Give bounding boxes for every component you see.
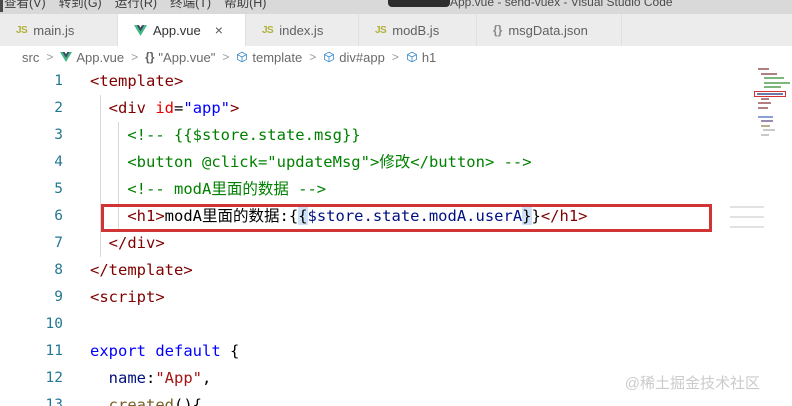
code-text: </template> [90,261,193,279]
menu-item-terminal[interactable]: 终端(T) [170,0,211,11]
tab-bar: JS main.js App.vue × JS index.js JS modB… [0,14,792,46]
chevron-right-icon: > [309,50,317,64]
vue-icon [60,52,73,62]
code-text: export default { [90,342,240,360]
code-line[interactable]: 8 </template> [0,257,745,284]
code-line[interactable]: 1 <template> [0,68,745,95]
code-text: <div id="app"> [108,99,240,117]
code-text: </div> [108,234,165,252]
code-line[interactable]: 4 <button @click="updateMsg">修改</button>… [0,149,745,176]
line-number: 13 [45,397,63,406]
tab-label: main.js [33,22,75,38]
code-line[interactable]: 11 export default { [0,338,745,365]
code-line[interactable]: 13 created(){ [0,392,745,406]
code-text: created(){ [108,396,202,406]
code-text: <h1>modA里面的数据:{{$store.state.modA.userA}… [127,207,588,225]
line-number: 5 [54,181,63,197]
breadcrumb-label: src [22,49,40,65]
line-number: 2 [54,100,63,116]
breadcrumb-item-div-app[interactable]: div#app [323,50,385,65]
indent-guide [118,122,119,230]
js-icon: JS [375,24,387,36]
tab-label: modB.js [392,22,440,38]
code-lines: 1 <template> 2 <div id="app"> 3 <!-- {{$sto… [0,68,745,406]
menu-bar: 查看(V) 转到(G) 运行(R) 终端(T) 帮助(H) [4,0,266,11]
breadcrumb-item-h1[interactable]: h1 [406,50,436,65]
tab-msgdata-json[interactable]: {} msgData.json [477,14,622,46]
line-number: 9 [54,289,63,305]
line-number: 4 [54,154,63,170]
code-text: <script> [90,288,165,306]
symbol-cube-icon [236,51,248,63]
indent-guide [100,95,101,257]
tab-index-js[interactable]: JS index.js [246,14,359,46]
breadcrumb-item-template[interactable]: template [236,50,302,65]
vue-icon [134,24,147,36]
tab-label: msgData.json [508,22,588,38]
code-text: name:"App", [108,369,212,387]
tab-modb-js[interactable]: JS modB.js [359,14,477,46]
line-number: 11 [45,343,63,359]
line-number: 8 [54,262,63,278]
tab-main-js[interactable]: JS main.js [0,14,118,46]
code-text: <template> [90,72,184,90]
chevron-right-icon: > [131,50,139,64]
symbol-cube-icon [406,51,418,63]
code-editor[interactable]: 1 <template> 2 <div id="app"> 3 <!-- {{$sto… [0,68,745,406]
code-line[interactable]: 10 [0,311,745,338]
json-icon: {} [493,23,503,37]
line-number: 12 [45,370,63,386]
close-icon[interactable]: × [215,23,223,37]
js-icon: JS [262,24,274,36]
chevron-right-icon: > [46,50,54,64]
menu-item-view[interactable]: 查看(V) [4,0,46,11]
window-corner-decoration [0,0,3,12]
breadcrumb-item-app-vue-symbol[interactable]: {} "App.vue" [145,50,215,65]
code-line[interactable]: 9 <script> [0,284,745,311]
breadcrumb-label: template [252,49,303,65]
line-number: 7 [54,235,63,251]
line-number: 1 [54,73,63,89]
minimap[interactable] [728,68,792,406]
title-bar: 查看(V) 转到(G) 运行(R) 终端(T) 帮助(H) App.vue - … [0,0,792,14]
code-line[interactable]: 3 <!-- {{$store.state.msg}} [0,122,745,149]
line-number: 3 [54,127,63,143]
line-number: 6 [54,208,63,224]
breadcrumb: src > App.vue > {} "App.vue" > template … [0,46,792,68]
chevron-right-icon: > [391,50,399,64]
code-line[interactable]: 5 <!-- modA里面的数据 --> [0,176,745,203]
menu-item-run[interactable]: 运行(R) [115,0,157,11]
braces-icon: {} [145,50,155,64]
code-text: <button @click="updateMsg">修改</button> -… [127,153,532,171]
breadcrumb-item-src[interactable]: src [22,50,39,65]
breadcrumb-label: h1 [421,49,437,65]
code-line[interactable]: 2 <div id="app"> [0,95,745,122]
tab-label: index.js [279,22,324,38]
line-number: 10 [45,316,63,332]
chevron-right-icon: > [222,50,230,64]
code-line[interactable]: 6 <h1>modA里面的数据:{{$store.state.modA.user… [0,203,745,230]
symbol-cube-icon [323,51,335,63]
menu-item-go[interactable]: 转到(G) [59,0,102,11]
breadcrumb-label: App.vue [76,49,125,65]
breadcrumb-label: div#app [339,49,385,65]
menu-item-help[interactable]: 帮助(H) [224,0,266,11]
breadcrumb-item-app-vue[interactable]: App.vue [60,50,124,65]
watermark: @稀土掘金技术社区 [624,375,760,392]
code-text: <!-- {{$store.state.msg}} [127,126,361,144]
window-title: App.vue - send-vuex - Visual Studio Code [450,0,673,9]
code-text: <!-- modA里面的数据 --> [127,180,327,198]
command-center-pill[interactable] [388,0,450,7]
tab-app-vue[interactable]: App.vue × [118,14,246,46]
js-icon: JS [16,24,28,36]
code-line[interactable]: 7 </div> [0,230,745,257]
tab-label: App.vue [153,22,201,38]
breadcrumb-label: "App.vue" [158,49,216,65]
